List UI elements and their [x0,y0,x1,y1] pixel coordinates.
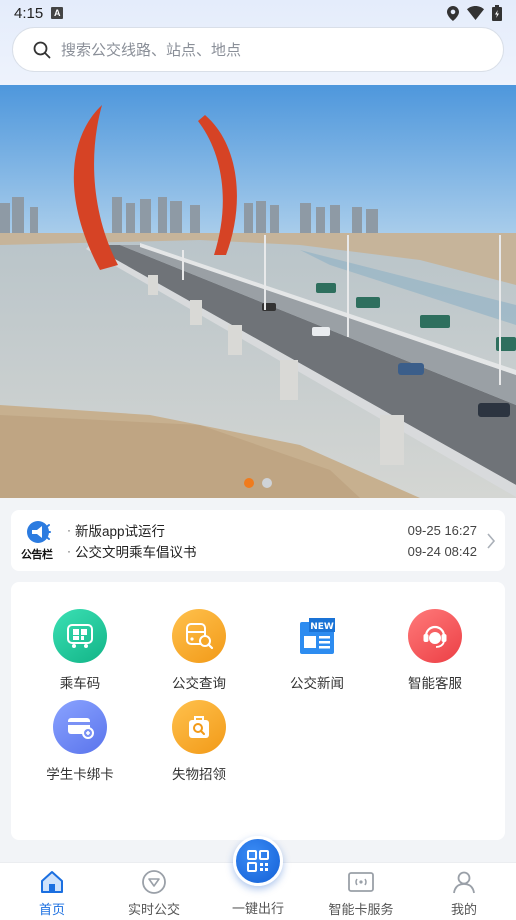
notice-date: 09-25 16:27 [407,522,477,538]
status-icons [447,5,502,21]
banner-image [0,85,516,498]
service-bus-search[interactable]: 公交查询 [140,609,258,699]
service-label: 失物招领 [172,767,226,782]
customer-service-icon [408,609,462,663]
notice-title: 公交文明乘车倡议书 [75,545,197,560]
home-icon [38,868,66,896]
service-news[interactable]: NEW 公交新闻 [258,609,376,699]
tab-realtime-bus[interactable]: 实时公交 [104,863,204,920]
notice-bullet: · [67,523,71,537]
profile-icon [450,868,478,896]
smart-card-icon [347,868,375,896]
service-customer-service[interactable]: 智能客服 [376,609,494,699]
one-click-travel-label: 一键出行 [231,901,284,916]
banner-carousel[interactable] [0,85,516,498]
lost-found-icon [172,700,226,754]
tab-label: 智能卡服务 [328,902,394,917]
service-student-card[interactable]: 学生卡绑卡 [21,700,139,790]
service-label: 乘车码 [59,676,101,691]
service-label: 公交查询 [172,676,226,691]
services-panel: 乘车码 公交查询 NEW 公交新闻 智能客服 学生卡绑卡 失物招领 [11,582,505,840]
status-bar: 4:15 A [0,0,516,26]
chevron-right-icon[interactable] [477,532,505,550]
status-time: 4:15 [14,4,44,22]
tab-profile[interactable]: 我的 [414,863,514,920]
notice-board[interactable]: 公告栏 · 新版app试运行 09-25 16:27 · 公交文明乘车倡议书 0… [11,510,505,571]
service-label: 学生卡绑卡 [46,767,114,782]
news-icon: NEW [290,609,344,663]
service-lost-found[interactable]: 失物招领 [140,700,258,790]
one-click-travel-button[interactable] [233,836,283,886]
notice-logo: 公告栏 [11,510,67,571]
search-placeholder: 搜索公交线路、站点、地点 [61,42,242,59]
tab-smart-card[interactable]: 智能卡服务 [311,863,411,920]
notice-item[interactable]: · 新版app试运行 09-25 16:27 [67,521,477,540]
battery-icon [492,5,502,21]
tab-label: 实时公交 [127,902,180,917]
location-icon [447,5,459,21]
carousel-dot-2[interactable] [262,478,272,488]
service-label: 公交新闻 [290,676,344,691]
notification-icon: A [51,7,64,19]
search-icon [33,41,51,58]
notice-title: 新版app试运行 [75,524,166,539]
wifi-icon [467,6,484,20]
tab-label: 我的 [450,902,477,917]
carousel-dot-1[interactable] [244,478,254,488]
qr-code-icon [247,850,269,872]
svg-text:NEW: NEW [310,622,334,632]
realtime-bus-icon [140,868,168,896]
ride-code-icon [53,609,107,663]
carousel-dots [0,478,516,488]
bus-search-icon [172,609,226,663]
service-label: 智能客服 [408,676,462,691]
tab-home[interactable]: 首页 [2,863,102,920]
notice-bullet: · [67,544,71,558]
student-card-icon [53,700,107,754]
tab-label: 首页 [38,902,65,917]
megaphone-icon [27,521,51,543]
notice-list: · 新版app试运行 09-25 16:27 · 公交文明乘车倡议书 09-24… [67,521,477,561]
search-input[interactable]: 搜索公交线路、站点、地点 [12,27,504,72]
notice-date: 09-24 08:42 [407,543,477,559]
notice-item[interactable]: · 公交文明乘车倡议书 09-24 08:42 [67,542,477,561]
notice-logo-label: 公告栏 [21,549,53,561]
service-ride-code[interactable]: 乘车码 [21,609,139,699]
